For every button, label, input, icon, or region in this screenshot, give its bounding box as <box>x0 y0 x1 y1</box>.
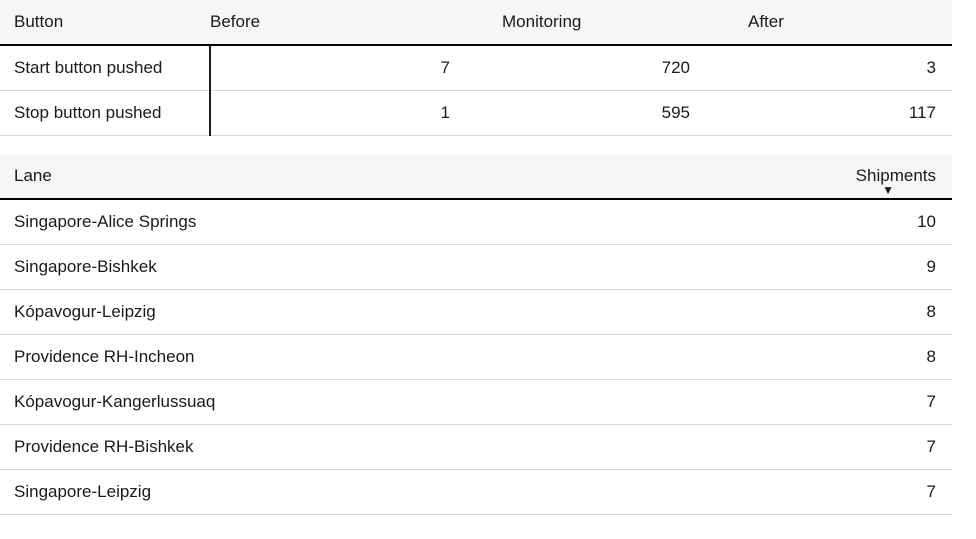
cell-shipments: 7 <box>812 380 952 425</box>
cell-shipments: 8 <box>812 290 952 335</box>
cell-lane: Kópavogur-Kangerlussuaq <box>0 380 812 425</box>
table-header-row: Button Before Monitoring After <box>0 0 952 45</box>
cell-lane: Singapore-Alice Springs <box>0 199 812 245</box>
table-header-row: Lane Shipments ▼ <box>0 154 952 199</box>
shipments-table: Lane Shipments ▼ Singapore-Alice Springs… <box>0 154 952 515</box>
cell-shipments: 7 <box>812 470 952 515</box>
col-header-shipments[interactable]: Shipments ▼ <box>812 154 952 199</box>
cell-lane: Kópavogur-Leipzig <box>0 290 812 335</box>
cell-after: 3 <box>700 45 952 91</box>
cell-shipments: 7 <box>812 425 952 470</box>
table-row: Singapore-Bishkek 9 <box>0 245 952 290</box>
cell-button: Stop button pushed <box>0 91 210 136</box>
table-row: Singapore-Alice Springs 10 <box>0 199 952 245</box>
col-header-lane[interactable]: Lane <box>0 154 812 199</box>
cell-before: 7 <box>210 45 450 91</box>
table-row: Kópavogur-Kangerlussuaq 7 <box>0 380 952 425</box>
table-row: Singapore-Leipzig 7 <box>0 470 952 515</box>
page-scroll-region[interactable]: Button Before Monitoring After Start but… <box>0 0 976 539</box>
cell-lane: Providence RH-Incheon <box>0 335 812 380</box>
table-row: Providence RH-Incheon 8 <box>0 335 952 380</box>
sort-desc-icon: ▼ <box>882 184 894 196</box>
cell-monitoring: 595 <box>450 91 700 136</box>
button-events-table: Button Before Monitoring After Start but… <box>0 0 952 136</box>
cell-shipments: 9 <box>812 245 952 290</box>
table-row: Start button pushed 7 720 3 <box>0 45 952 91</box>
cell-lane: Singapore-Bishkek <box>0 245 812 290</box>
cell-button: Start button pushed <box>0 45 210 91</box>
col-header-shipments-label: Shipments <box>856 166 936 185</box>
cell-shipments: 10 <box>812 199 952 245</box>
table-row: Providence RH-Bishkek 7 <box>0 425 952 470</box>
cell-monitoring: 720 <box>450 45 700 91</box>
col-header-after[interactable]: After <box>700 0 952 45</box>
cell-after: 117 <box>700 91 952 136</box>
cell-before: 1 <box>210 91 450 136</box>
cell-lane: Singapore-Leipzig <box>0 470 812 515</box>
cell-lane: Providence RH-Bishkek <box>0 425 812 470</box>
col-header-button[interactable]: Button <box>0 0 210 45</box>
table-row: Stop button pushed 1 595 117 <box>0 91 952 136</box>
cell-shipments: 8 <box>812 335 952 380</box>
table-row: Kópavogur-Leipzig 8 <box>0 290 952 335</box>
col-header-before[interactable]: Before <box>210 0 450 45</box>
col-header-monitoring[interactable]: Monitoring <box>450 0 700 45</box>
